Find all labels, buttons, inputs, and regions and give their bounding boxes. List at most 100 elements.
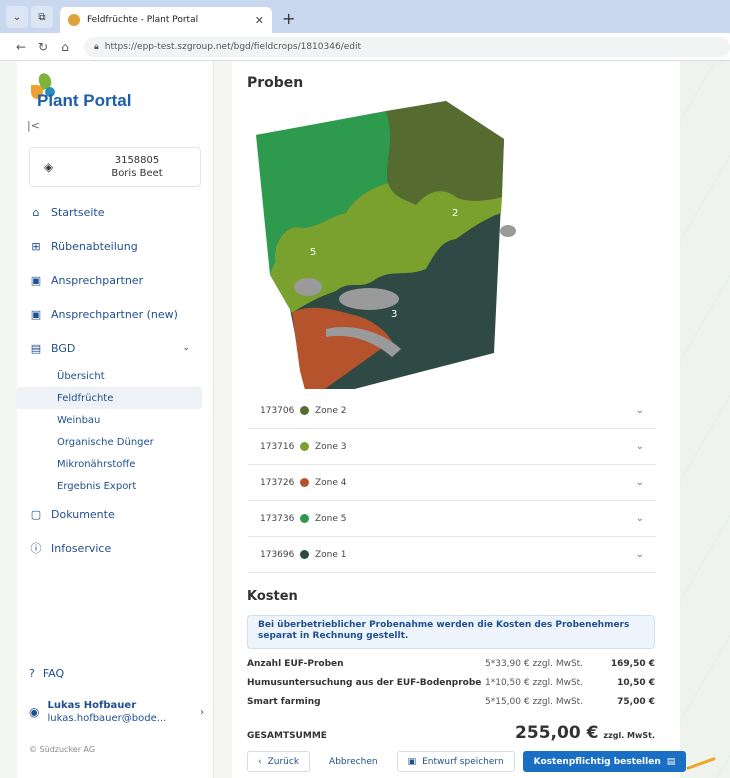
total-value: 255,00 € <box>515 723 599 743</box>
info-icon: ⓘ <box>30 542 42 555</box>
sidebar: Plant Portal |< ◈ 3158805 Boris Beet ⌂ S… <box>17 61 214 778</box>
user-card-text: 3158805 Boris Beet <box>92 154 182 180</box>
cost-row: Anzahl EUF-Proben 5*33,90 € zzgl. MwSt. … <box>247 659 655 669</box>
tab-title: Feldfrüchte - Plant Portal <box>87 15 199 25</box>
zone-name: Zone 4 <box>315 477 347 488</box>
sidebar-item-ansprechpartner-new[interactable]: ▣ Ansprechpartner (new) <box>17 297 214 331</box>
zone-name: Zone 2 <box>315 405 347 416</box>
help-icon: ? <box>29 667 35 680</box>
sidebar-item-infoservice[interactable]: ⓘ Infoservice <box>17 531 214 565</box>
tag-icon: ◈ <box>44 160 54 174</box>
sidebar-item-dokumente[interactable]: ▢ Dokumente <box>17 497 214 531</box>
sidebar-item-label: Startseite <box>51 205 105 219</box>
profile-email: lukas.hofbauer@bode... <box>47 713 167 724</box>
field-zone-map[interactable]: 1 2 3 4 5 <box>256 101 521 389</box>
section-title-proben: Proben <box>247 75 304 91</box>
zone-row[interactable]: 173696 Zone 1 ⌄ <box>248 537 656 573</box>
save-draft-label: Entwurf speichern <box>422 756 504 767</box>
profile-menu[interactable]: ◉ Lukas Hofbauer lukas.hofbauer@bode... … <box>29 699 204 725</box>
new-tab-button[interactable]: + <box>282 9 295 28</box>
map-label-2: 2 <box>452 208 458 219</box>
map-label-1: 1 <box>496 333 502 344</box>
sidebar-subitem-feldfruechte[interactable]: Feldfrüchte <box>17 387 202 409</box>
zone-row[interactable]: 173716 Zone 3 ⌄ <box>248 429 656 465</box>
chevron-down-icon[interactable]: ⌄ <box>182 343 190 353</box>
background-pattern <box>680 61 730 778</box>
chevron-down-icon[interactable]: ⌄ <box>636 513 644 524</box>
map-label-3: 3 <box>391 309 397 320</box>
cost-amount: 10,50 € <box>617 678 655 688</box>
favicon-icon <box>68 14 80 26</box>
total-suffix: zzgl. MwSt. <box>603 731 655 740</box>
map-grey-patch <box>500 225 516 237</box>
cost-amount: 169,50 € <box>610 659 655 669</box>
cost-unit: 5*15,00 € zzgl. MwSt. <box>485 697 584 707</box>
main-panel: Proben 1 2 3 4 5 173706 Zone 2 ⌄ 173716 <box>232 61 687 778</box>
sidebar-item-ruebenabteilung[interactable]: ⊞ Rübenabteilung <box>17 229 214 263</box>
zone-id: 173696 <box>260 549 295 560</box>
zone-color-dot <box>300 442 309 451</box>
zone-row[interactable]: 173736 Zone 5 ⌄ <box>248 501 656 537</box>
cost-row: Humusuntersuchung aus der EUF-Bodenprobe… <box>247 678 655 688</box>
sidebar-subitem-weinbau[interactable]: Weinbau <box>17 409 214 431</box>
chevron-down-icon[interactable]: ⌄ <box>636 477 644 488</box>
profile-name: Lukas Hofbauer <box>47 700 137 711</box>
map-label-5: 5 <box>310 247 316 258</box>
cart-icon: ▤ <box>666 756 676 767</box>
chevron-down-icon[interactable]: ⌄ <box>636 405 644 416</box>
cancel-button[interactable]: Abbrechen <box>318 751 389 772</box>
zone-id: 173716 <box>260 441 295 452</box>
zone-id: 173706 <box>260 405 295 416</box>
zone-row[interactable]: 173706 Zone 2 ⌄ <box>248 393 656 429</box>
sidebar-item-faq[interactable]: ? FAQ <box>29 667 64 680</box>
zone-row[interactable]: 173726 Zone 4 ⌄ <box>248 465 656 501</box>
faq-label: FAQ <box>42 667 65 680</box>
sidebar-subitem-organische-duenger[interactable]: Organische Dünger <box>17 431 214 453</box>
order-button[interactable]: Kostenpflichtig bestellen ▤ <box>522 751 687 772</box>
sidebar-item-label: Rübenabteilung <box>51 239 138 253</box>
map-zone-2[interactable] <box>386 101 504 205</box>
back-label: Zurück <box>267 756 300 767</box>
home-button-icon[interactable]: ⌂ <box>54 40 76 54</box>
chevron-down-icon[interactable]: ⌄ <box>636 441 644 452</box>
sidebar-item-bgd[interactable]: ▤ BGD ⌄ <box>17 331 214 365</box>
chevron-down-icon[interactable]: ⌄ <box>636 549 644 560</box>
sidebar-subitem-mikronaehrstoffe[interactable]: Mikronährstoffe <box>17 453 214 475</box>
cost-label: Smart farming <box>247 697 321 707</box>
zone-name: Zone 3 <box>315 441 347 452</box>
address-bar: ← ↻ ⌂ 🔒︎ https://epp-test.szgroup.net/bg… <box>0 33 730 61</box>
cost-label: Humusuntersuchung aus der EUF-Bodenprobe <box>247 678 482 688</box>
sidebar-item-startseite[interactable]: ⌂ Startseite <box>17 195 214 229</box>
browser-tab[interactable]: Feldfrüchte - Plant Portal ✕ <box>60 7 272 33</box>
close-tab-icon[interactable]: ✕ <box>255 14 264 27</box>
sidebar-item-ansprechpartner[interactable]: ▣ Ansprechpartner <box>17 263 214 297</box>
cost-unit: 5*33,90 € zzgl. MwSt. <box>485 659 584 669</box>
cost-label: Anzahl EUF-Proben <box>247 659 344 669</box>
sidebar-subitem-uebersicht[interactable]: Übersicht <box>17 365 214 387</box>
user-id: 3158805 <box>114 155 160 166</box>
logo-text: Plant Portal <box>37 91 132 110</box>
zone-id: 173726 <box>260 477 295 488</box>
collapse-sidebar-button[interactable]: |< <box>27 119 40 132</box>
contact-card-icon: ▣ <box>30 273 42 287</box>
sidebar-subitem-ergebnis-export[interactable]: Ergebnis Export <box>17 475 214 497</box>
bgd-icon: ▤ <box>30 341 42 355</box>
zone-name: Zone 5 <box>315 513 347 524</box>
contact-card-icon: ▣ <box>30 307 42 321</box>
zone-color-dot <box>300 406 309 415</box>
cost-unit: 1*10,50 € zzgl. MwSt. <box>485 678 584 688</box>
back-arrow-icon[interactable]: ← <box>10 40 32 54</box>
copyright: © Südzucker AG <box>29 745 96 754</box>
user-name: Boris Beet <box>111 168 163 179</box>
chevron-right-icon: › <box>200 706 204 718</box>
back-button[interactable]: ‹ Zurück <box>247 751 311 772</box>
field-icon: ⊞ <box>31 239 41 253</box>
tab-actions-button[interactable]: ⧉ <box>31 6 53 28</box>
window-menu-button[interactable]: ⌄ <box>6 6 28 28</box>
user-card[interactable]: ◈ 3158805 Boris Beet <box>29 147 201 187</box>
url-field[interactable]: 🔒︎ https://epp-test.szgroup.net/bgd/fiel… <box>84 36 730 57</box>
chevron-left-icon: ‹ <box>258 756 262 767</box>
reload-icon[interactable]: ↻ <box>32 40 54 54</box>
save-draft-button[interactable]: ▣ Entwurf speichern <box>396 751 515 772</box>
zone-list: 173706 Zone 2 ⌄ 173716 Zone 3 ⌄ 173726 Z… <box>248 393 656 573</box>
